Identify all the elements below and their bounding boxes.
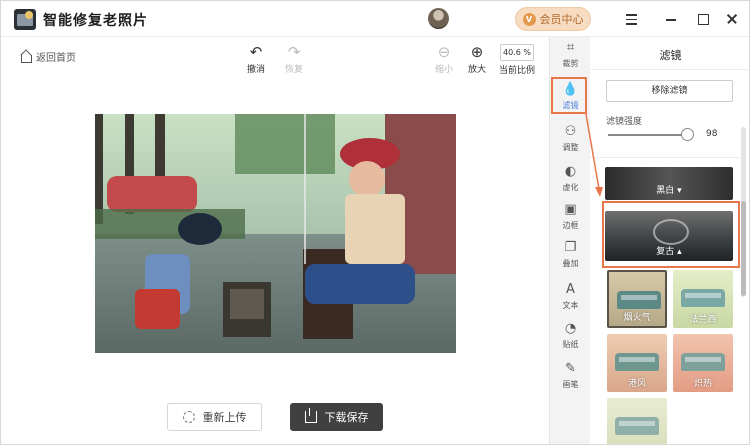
- zoom-value-box[interactable]: 40.6 %: [500, 44, 534, 61]
- filter-panel-title: 滤镜: [659, 49, 682, 62]
- nav-frame[interactable]: ▣ 边框: [550, 199, 591, 239]
- zoom-out-label: 缩小: [434, 65, 453, 75]
- refresh-icon: [182, 411, 195, 423]
- photo-preview: [95, 114, 456, 353]
- nav-adjust[interactable]: ⚇ 调整: [550, 121, 591, 161]
- filter-list-scroll-thumb[interactable]: [741, 201, 746, 296]
- reupload-button[interactable]: 重新上传: [167, 403, 262, 431]
- nav-crop-label: 裁剪: [562, 59, 579, 68]
- bus-image: [617, 291, 661, 309]
- nav-sticker-label: 贴纸: [562, 340, 579, 349]
- filter-thumb-3[interactable]: 港风: [607, 334, 667, 392]
- sticker-icon: ◔: [564, 321, 577, 336]
- filter-thumb-5[interactable]: [607, 398, 667, 444]
- filter-strength-label: 滤镜强度: [606, 117, 643, 127]
- panel-divider: [590, 157, 745, 158]
- zoom-out-icon: ⊖: [437, 43, 451, 61]
- download-icon: [304, 408, 317, 423]
- user-avatar[interactable]: [428, 8, 449, 29]
- filter-thumb-1[interactable]: 烟火气: [607, 270, 667, 328]
- brush-icon: ✎: [565, 361, 576, 376]
- home-icon: [20, 51, 32, 63]
- nav-brush-label: 画笔: [562, 380, 579, 389]
- menu-icon[interactable]: [621, 9, 641, 29]
- nav-crop[interactable]: ⌗ 裁剪: [550, 37, 591, 77]
- category-label: 黑白 ▾: [656, 186, 682, 196]
- crop-icon: ⌗: [566, 40, 575, 55]
- filter-category-black-white[interactable]: 黑白 ▾: [605, 167, 733, 200]
- nav-overlay-label: 叠加: [562, 259, 579, 268]
- filter-strength-value: 98: [706, 129, 718, 139]
- minimize-icon[interactable]: [661, 9, 681, 29]
- overlay-icon: ❐: [564, 240, 577, 255]
- redo-label: 恢复: [284, 65, 303, 75]
- filter-strength-slider-fill: [608, 134, 687, 136]
- filter-thumb-label: 法兰西: [689, 315, 717, 325]
- back-home-label: 返回首页: [36, 53, 76, 64]
- app-logo-icon: [14, 9, 36, 30]
- download-save-label: 下载保存: [324, 411, 369, 424]
- nav-text-label: 文本: [562, 301, 579, 310]
- filter-thumb-label: 炽热: [693, 379, 712, 389]
- text-icon: A: [566, 282, 575, 297]
- undo-icon: ↶: [249, 43, 263, 61]
- adjust-icon: ⚇: [564, 124, 577, 139]
- close-icon[interactable]: [722, 9, 742, 29]
- bus-image: [681, 353, 725, 371]
- photo-illustration: [95, 114, 456, 353]
- maximize-icon[interactable]: [693, 9, 713, 29]
- nav-brush[interactable]: ✎ 画笔: [550, 358, 591, 398]
- vip-center-button[interactable]: V 会员中心: [515, 7, 591, 31]
- nav-adjust-label: 调整: [562, 143, 579, 152]
- back-home-button[interactable]: 返回首页: [20, 49, 76, 64]
- zoom-in-button[interactable]: ⊕ 放大: [460, 42, 494, 78]
- zoom-in-icon: ⊕: [470, 43, 484, 61]
- frame-icon: ▣: [564, 202, 577, 217]
- app-title: 智能修复老照片: [43, 13, 148, 29]
- panel-divider: [590, 69, 749, 70]
- filter-strength-slider-track[interactable]: [608, 134, 688, 136]
- nav-overlay[interactable]: ❐ 叠加: [550, 237, 591, 277]
- vintage-category-highlight: [602, 201, 740, 268]
- nav-sticker[interactable]: ◔ 贴纸: [550, 318, 591, 358]
- app-window: 智能修复老照片 V 会员中心 返回首页 ↶ 撤消 ↷ 恢复 ⊖ 缩小 ⊕ 放大 …: [0, 0, 750, 445]
- download-save-button[interactable]: 下载保存: [290, 403, 383, 431]
- filter-nav-highlight: [551, 77, 587, 114]
- zoom-ratio-label: 当前比例: [498, 66, 535, 76]
- bus-image: [615, 353, 659, 371]
- remove-filter-button[interactable]: 移除滤镜: [606, 80, 733, 102]
- nav-frame-label: 边框: [562, 221, 579, 230]
- nav-blur[interactable]: ◐ 虚化: [550, 161, 591, 201]
- vip-center-label: 会员中心: [539, 13, 584, 26]
- bus-image: [615, 417, 659, 435]
- editor-toolbar: 返回首页 ↶ 撤消 ↷ 恢复 ⊖ 缩小 ⊕ 放大 40.6 % 当前比例: [1, 37, 549, 81]
- filter-thumb-2[interactable]: 法兰西: [673, 270, 733, 328]
- title-bar: 智能修复老照片 V 会员中心: [1, 1, 749, 37]
- redo-button[interactable]: ↷ 恢复: [277, 42, 311, 78]
- reupload-label: 重新上传: [202, 411, 247, 424]
- zoom-in-label: 放大: [467, 65, 486, 75]
- redo-icon: ↷: [287, 43, 301, 61]
- nav-blur-label: 虚化: [562, 183, 579, 192]
- zoom-out-button[interactable]: ⊖ 缩小: [427, 42, 461, 78]
- bus-image: [681, 289, 725, 307]
- blur-icon: ◐: [564, 164, 577, 179]
- nav-text[interactable]: A 文本: [550, 279, 591, 319]
- undo-button[interactable]: ↶ 撤消: [239, 42, 273, 78]
- undo-label: 撤消: [246, 65, 265, 75]
- filter-thumb-label: 烟火气: [623, 313, 651, 323]
- filter-thumb-4[interactable]: 炽热: [673, 334, 733, 392]
- filter-strength-slider-handle[interactable]: [681, 128, 694, 141]
- filter-thumb-label: 港风: [627, 379, 646, 389]
- vip-diamond-icon: V: [522, 12, 536, 26]
